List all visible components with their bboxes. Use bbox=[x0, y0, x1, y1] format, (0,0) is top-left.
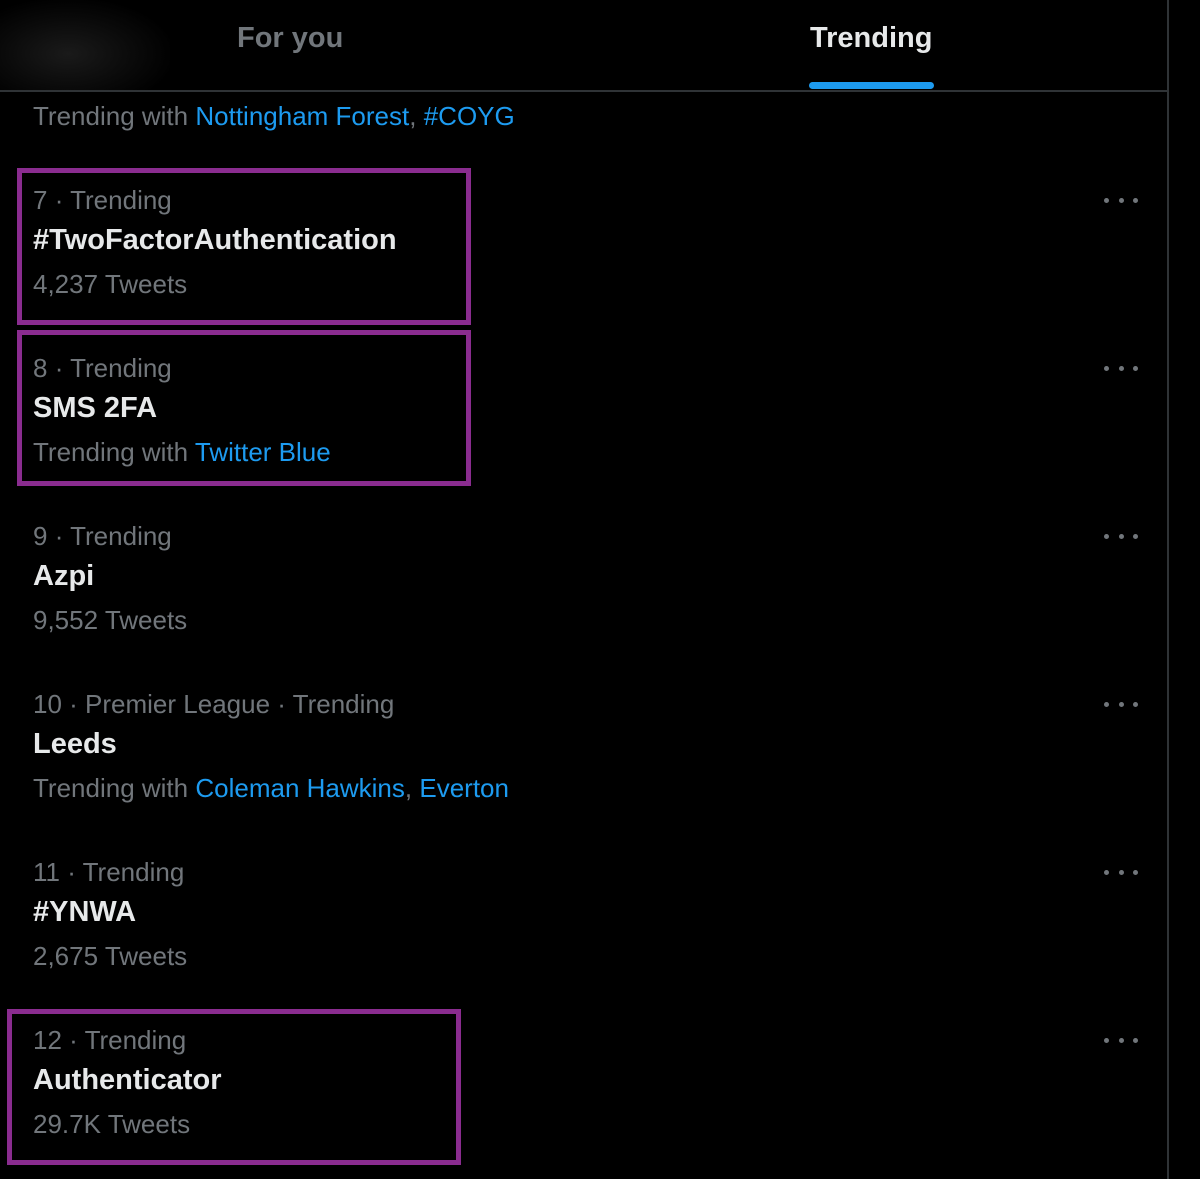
trend-item[interactable]: 8 · Trending SMS 2FA Trending with Twitt… bbox=[0, 336, 1168, 504]
more-horizontal-icon[interactable] bbox=[1104, 361, 1138, 375]
trend-meta: 11 · Trending bbox=[33, 857, 185, 887]
trending-with-link[interactable]: Everton bbox=[419, 773, 509, 803]
trend-tweet-count: 4,237 Tweets bbox=[33, 269, 188, 299]
trending-with-label: Trending with bbox=[33, 773, 189, 803]
trend-context: Trending bbox=[84, 1025, 187, 1055]
tab-for-you[interactable]: For you bbox=[237, 0, 343, 90]
trend-item[interactable]: 7 · Trending #TwoFactorAuthentication 4,… bbox=[0, 168, 1168, 336]
trending-with-label: Trending with bbox=[33, 101, 189, 131]
more-horizontal-icon[interactable] bbox=[1104, 529, 1138, 543]
trend-tweet-count: 29.7K Tweets bbox=[33, 1109, 191, 1139]
trending-with-link[interactable]: Nottingham Forest bbox=[195, 101, 409, 131]
trend-rank: 7 bbox=[33, 185, 48, 215]
trend-name: Authenticator bbox=[33, 1064, 222, 1096]
trend-tweet-count: 9,552 Tweets bbox=[33, 605, 188, 635]
trend-name: #TwoFactorAuthentication bbox=[33, 224, 397, 256]
trend-item[interactable]: 12 · Trending Authenticator 29.7K Tweets bbox=[0, 1008, 1168, 1176]
trend-item[interactable]: 10 · Premier League · Trending Leeds Tre… bbox=[0, 672, 1168, 840]
trend-trending-with: Trending with Coleman Hawkins, Everton bbox=[33, 773, 509, 803]
trend-meta: 9 · Trending bbox=[33, 521, 172, 551]
trend-rank: 11 bbox=[33, 857, 60, 887]
trend-item[interactable]: 11 · Trending #YNWA 2,675 Tweets bbox=[0, 840, 1168, 1008]
trend-rank: 10 bbox=[33, 689, 62, 719]
trend-rank: 8 bbox=[33, 353, 48, 383]
trend-rank: 9 bbox=[33, 521, 48, 551]
trend-meta: 7 · Trending bbox=[33, 185, 172, 215]
more-horizontal-icon[interactable] bbox=[1104, 1033, 1138, 1047]
tab-bar: For you Trending bbox=[0, 0, 1168, 92]
trend-name: #YNWA bbox=[33, 896, 137, 928]
trend-context: Premier League · Trending bbox=[85, 689, 395, 719]
trending-with-link[interactable]: #COYG bbox=[424, 101, 515, 131]
trending-with-link[interactable]: Twitter Blue bbox=[195, 437, 331, 467]
trend-rank: 12 bbox=[33, 1025, 62, 1055]
trending-with-link[interactable]: Coleman Hawkins bbox=[195, 773, 405, 803]
trending-with-label: Trending with bbox=[33, 437, 189, 467]
active-tab-indicator bbox=[809, 82, 934, 89]
more-horizontal-icon[interactable] bbox=[1104, 697, 1138, 711]
trend-tweet-count: 2,675 Tweets bbox=[33, 941, 188, 971]
trend-trending-with: Trending with Twitter Blue bbox=[33, 437, 331, 468]
trend-name: Azpi bbox=[33, 560, 95, 592]
trend-context: Trending bbox=[82, 857, 185, 887]
trend-meta: 12 · Trending bbox=[33, 1025, 187, 1055]
trend-name: SMS 2FA bbox=[33, 392, 158, 424]
previous-trend-trending-with: Trending with Nottingham Forest, #COYG bbox=[33, 101, 515, 131]
trend-context: Trending bbox=[70, 185, 172, 215]
more-horizontal-icon[interactable] bbox=[1104, 193, 1138, 207]
trend-meta: 8 · Trending bbox=[33, 353, 172, 383]
more-horizontal-icon[interactable] bbox=[1104, 865, 1138, 879]
trending-panel: For you Trending Trending with Nottingha… bbox=[0, 0, 1169, 1179]
trend-context: Trending bbox=[70, 353, 172, 383]
blurred-region bbox=[0, 0, 170, 90]
trend-name: Leeds bbox=[33, 728, 117, 760]
trend-context: Trending bbox=[70, 521, 172, 551]
trend-meta: 10 · Premier League · Trending bbox=[33, 689, 395, 719]
trend-item[interactable]: 9 · Trending Azpi 9,552 Tweets bbox=[0, 504, 1168, 672]
tab-trending[interactable]: Trending bbox=[810, 0, 932, 90]
